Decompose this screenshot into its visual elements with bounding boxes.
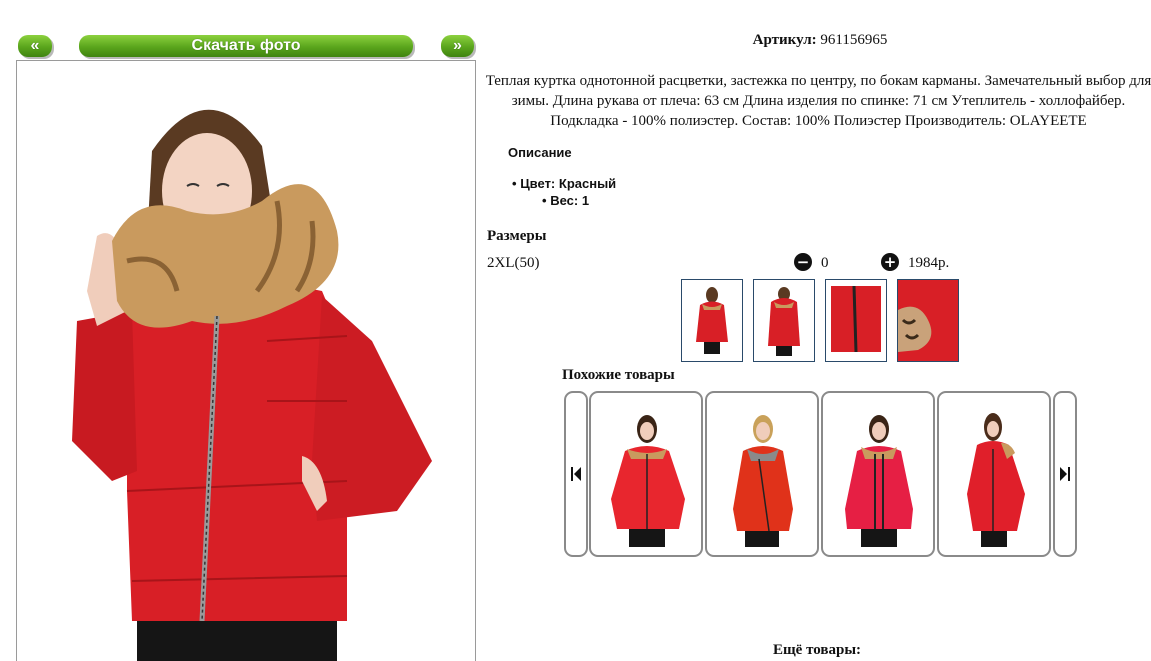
skip-forward-icon — [1060, 467, 1070, 481]
detail-item-weight: • Вес: 1 — [542, 193, 590, 208]
more-products-heading: Ещё товары: — [773, 642, 862, 658]
similar-item-2[interactable] — [705, 391, 819, 557]
plus-circle-icon[interactable]: + — [881, 253, 899, 271]
minus-circle-icon[interactable]: − — [794, 253, 812, 271]
article-value: 961156965 — [820, 32, 888, 48]
similar-item-1-image — [611, 415, 685, 547]
similar-item-3-image — [845, 415, 913, 547]
download-photo-button[interactable]: Скачать фото — [79, 35, 413, 57]
similar-item-4[interactable] — [937, 391, 1051, 557]
similar-heading: Похожие товары — [562, 367, 675, 383]
similar-item-2-image — [733, 415, 793, 547]
bullet: • — [542, 193, 547, 208]
thumbnail-zipper[interactable] — [825, 279, 887, 362]
size-quantity: 0 — [821, 255, 829, 271]
similar-item-1[interactable] — [589, 391, 703, 557]
article-label: Артикул: — [752, 32, 817, 48]
thumbnail-back[interactable] — [753, 279, 815, 362]
sizes-heading: Размеры — [487, 228, 547, 244]
product-description: Теплая куртка однотонной расцветки, заст… — [485, 73, 1151, 129]
bullet: • — [512, 176, 517, 191]
thumb-front-image — [696, 287, 728, 354]
thumb-zipper-image — [826, 280, 886, 361]
size-price: 1984р. — [908, 255, 950, 271]
article-line: Артикул: 961156965 — [490, 32, 1150, 49]
skip-back-icon — [571, 467, 581, 481]
similar-next-button[interactable] — [1053, 391, 1077, 557]
thumb-back-image — [768, 287, 800, 356]
details-heading: Описание — [508, 145, 572, 160]
thumb-fur-image — [898, 280, 958, 361]
prev-photo-button[interactable]: « — [18, 35, 52, 57]
detail-item-color: • Цвет: Красный — [512, 176, 617, 191]
next-photo-button[interactable]: » — [441, 35, 474, 57]
similar-item-3[interactable] — [821, 391, 935, 557]
size-label: 2XL(50) — [487, 255, 540, 271]
main-product-photo[interactable] — [16, 60, 476, 661]
jacket-photo-illustration — [72, 109, 432, 661]
similar-item-4-image — [967, 413, 1025, 547]
thumbnail-fur-detail[interactable] — [897, 279, 959, 362]
thumbnail-front[interactable] — [681, 279, 743, 362]
similar-prev-button[interactable] — [564, 391, 588, 557]
